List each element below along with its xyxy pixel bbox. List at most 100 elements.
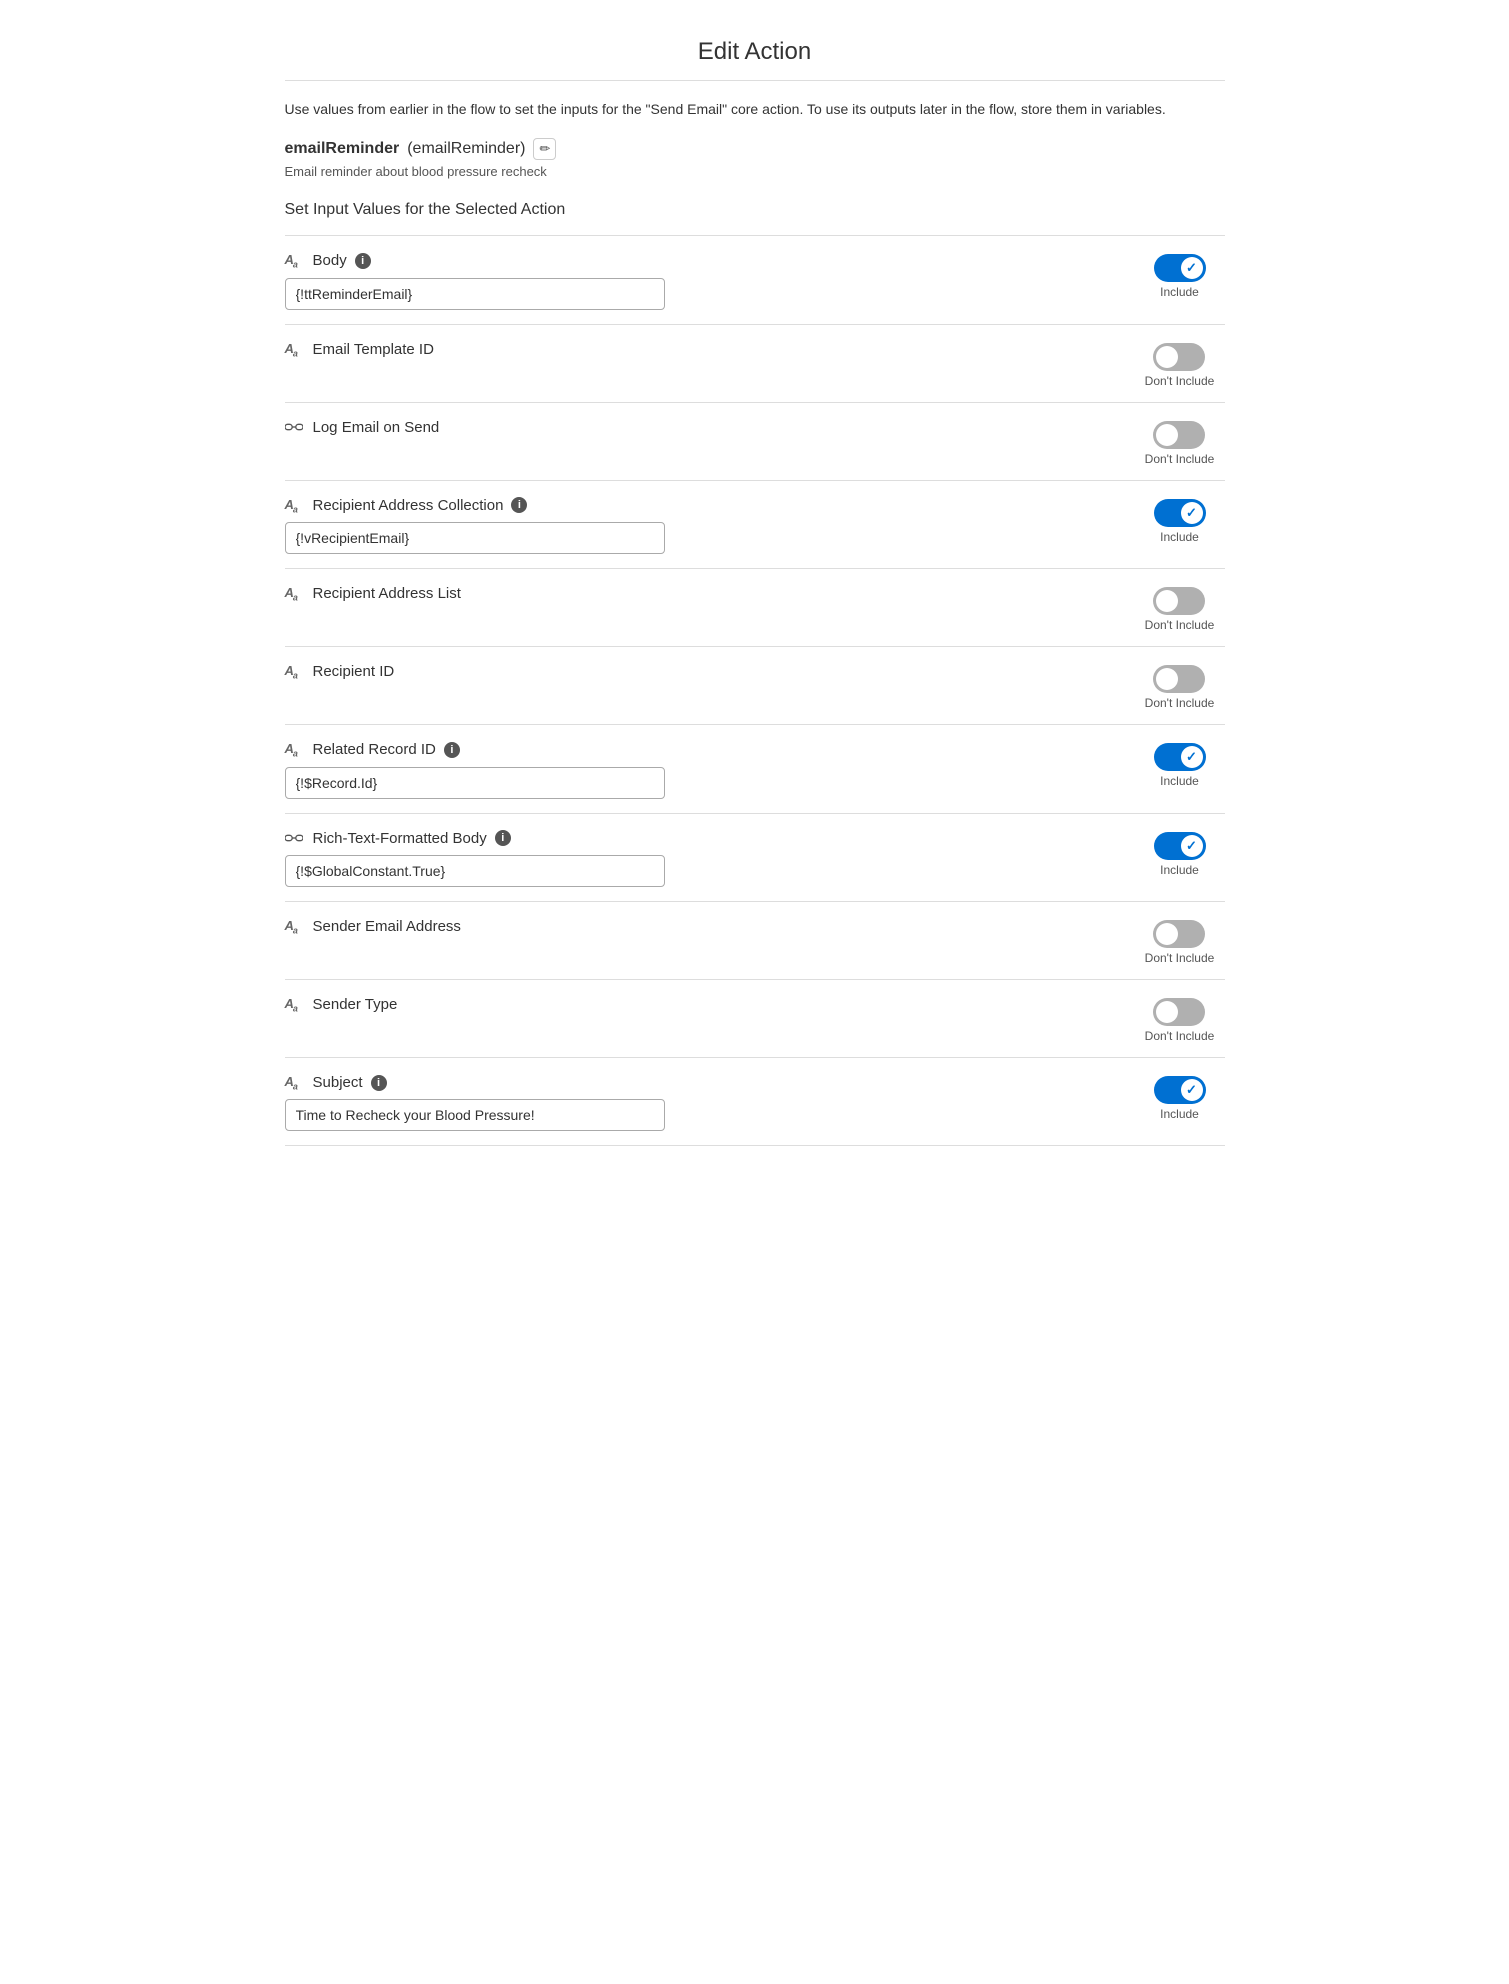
field-label-recipient-address-list: Recipient Address List (313, 585, 461, 602)
toggle-track-recipient-id (1153, 665, 1205, 693)
text-icon-related-record-id: Aa (285, 741, 305, 759)
toggle-label-rich-text-formatted-body: Include (1160, 863, 1199, 877)
field-input-recipient-address-collection[interactable] (285, 522, 665, 554)
toggle-body[interactable]: ✓ (1154, 254, 1206, 282)
toggle-thumb-sender-email-address (1156, 923, 1178, 945)
field-left-email-template-id: AaEmail Template ID (285, 341, 1115, 367)
toggle-thumb-sender-type (1156, 1001, 1178, 1023)
field-label-recipient-address-collection: Recipient Address Collection (313, 497, 504, 514)
toggle-track-log-email-on-send (1153, 421, 1205, 449)
toggle-wrapper-body: ✓Include (1154, 254, 1206, 299)
toggle-recipient-address-list[interactable] (1153, 587, 1205, 615)
toggle-sender-email-address[interactable] (1153, 920, 1205, 948)
field-right-related-record-id: ✓ Include (1135, 741, 1225, 788)
field-label-sender-email-address: Sender Email Address (313, 918, 461, 935)
field-left-body: AaBodyi (285, 252, 1115, 310)
info-icon-rich-text-formatted-body[interactable]: i (495, 830, 511, 846)
toggle-sender-type[interactable] (1153, 998, 1205, 1026)
toggle-wrapper-subject: ✓Include (1154, 1076, 1206, 1121)
toggle-check-recipient-address-collection: ✓ (1186, 505, 1197, 521)
field-row-recipient-address-list: Aa Recipient Address List Don't Include (285, 569, 1225, 647)
toggle-recipient-id[interactable] (1153, 665, 1205, 693)
field-row-rich-text-formatted-body: Rich-Text-Formatted Body i ✓ Include (285, 814, 1225, 902)
toggle-log-email-on-send[interactable] (1153, 421, 1205, 449)
toggle-wrapper-rich-text-formatted-body: ✓ Include (1154, 832, 1206, 877)
toggle-wrapper-recipient-address-list: Don't Include (1145, 587, 1215, 632)
toggle-label-recipient-address-list: Don't Include (1145, 618, 1215, 632)
toggle-wrapper-email-template-id: Don't Include (1145, 343, 1215, 388)
toggle-label-sender-email-address: Don't Include (1145, 951, 1215, 965)
field-row-subject: AaSubjecti✓Include (285, 1058, 1225, 1147)
field-right-sender-email-address: Don't Include (1135, 918, 1225, 965)
field-label-log-email-on-send: Log Email on Send (313, 419, 440, 436)
field-label-subject: Subject (313, 1074, 363, 1091)
toggle-thumb-recipient-id (1156, 668, 1178, 690)
action-name-row: emailReminder (emailReminder) ✏ (285, 138, 1225, 160)
toggle-thumb-recipient-address-list (1156, 590, 1178, 612)
info-icon-subject[interactable]: i (371, 1075, 387, 1091)
toggle-track-related-record-id: ✓ (1154, 743, 1206, 771)
toggle-thumb-rich-text-formatted-body: ✓ (1181, 835, 1203, 857)
toggle-email-template-id[interactable] (1153, 343, 1205, 371)
field-input-body[interactable] (285, 278, 665, 310)
field-input-subject[interactable] (285, 1099, 665, 1131)
toggle-check-body: ✓ (1186, 260, 1197, 276)
action-name: emailReminder (285, 140, 400, 158)
info-icon-body[interactable]: i (355, 253, 371, 269)
text-icon-recipient-id: Aa (285, 663, 305, 681)
field-label-row-related-record-id: Aa Related Record ID i (285, 741, 1115, 759)
field-label-body: Body (313, 252, 347, 269)
toggle-thumb-body: ✓ (1181, 257, 1203, 279)
field-rows: AaBodyi✓IncludeAaEmail Template IDDon't … (285, 235, 1225, 1146)
toggle-subject[interactable]: ✓ (1154, 1076, 1206, 1104)
field-right-subject: ✓Include (1135, 1074, 1225, 1121)
section-title: Set Input Values for the Selected Action (285, 201, 1225, 219)
edit-action-name-button[interactable]: ✏ (533, 138, 556, 160)
field-label-email-template-id: Email Template ID (313, 341, 434, 358)
toggle-rich-text-formatted-body[interactable]: ✓ (1154, 832, 1206, 860)
action-description: Email reminder about blood pressure rech… (285, 164, 1225, 179)
field-label-row-log-email-on-send: Log Email on Send (285, 419, 1115, 436)
info-icon-related-record-id[interactable]: i (444, 742, 460, 758)
field-label-row-recipient-id: Aa Recipient ID (285, 663, 1115, 681)
toggle-wrapper-recipient-address-collection: ✓Include (1154, 499, 1206, 544)
toggle-label-recipient-id: Don't Include (1145, 696, 1215, 710)
toggle-track-sender-email-address (1153, 920, 1205, 948)
field-row-body: AaBodyi ✓Include (285, 236, 1225, 325)
field-right-email-template-id: Don't Include (1135, 341, 1225, 388)
link-icon-log-email-on-send (285, 420, 305, 434)
info-icon-recipient-address-collection[interactable]: i (511, 497, 527, 513)
link-icon-rich-text-formatted-body (285, 831, 305, 845)
field-right-recipient-id: Don't Include (1135, 663, 1225, 710)
field-row-related-record-id: Aa Related Record ID i ✓ Include (285, 725, 1225, 814)
field-left-log-email-on-send: Log Email on Send (285, 419, 1115, 444)
text-icon-recipient-address-list: Aa (285, 585, 305, 603)
field-left-sender-email-address: Aa Sender Email Address (285, 918, 1115, 944)
field-right-rich-text-formatted-body: ✓ Include (1135, 830, 1225, 877)
toggle-recipient-address-collection[interactable]: ✓ (1154, 499, 1206, 527)
text-icon-sender-type: Aa (285, 996, 305, 1014)
field-label-row-subject: AaSubjecti (285, 1074, 1115, 1092)
toggle-track-body: ✓ (1154, 254, 1206, 282)
toggle-check-rich-text-formatted-body: ✓ (1186, 838, 1197, 854)
toggle-label-related-record-id: Include (1160, 774, 1199, 788)
field-left-recipient-address-collection: AaRecipient Address Collectioni (285, 497, 1115, 555)
field-left-related-record-id: Aa Related Record ID i (285, 741, 1115, 799)
field-right-body: ✓Include (1135, 252, 1225, 299)
toggle-wrapper-sender-type: Don't Include (1145, 998, 1215, 1043)
field-label-rich-text-formatted-body: Rich-Text-Formatted Body (313, 830, 487, 847)
text-icon-sender-email-address: Aa (285, 918, 305, 936)
field-label-recipient-id: Recipient ID (313, 663, 395, 680)
toggle-label-log-email-on-send: Don't Include (1145, 452, 1215, 466)
field-row-recipient-address-collection: AaRecipient Address Collectioni✓Include (285, 481, 1225, 570)
field-label-row-recipient-address-list: Aa Recipient Address List (285, 585, 1115, 603)
toggle-track-sender-type (1153, 998, 1205, 1026)
field-input-related-record-id[interactable] (285, 767, 665, 799)
toggle-thumb-email-template-id (1156, 346, 1178, 368)
toggle-related-record-id[interactable]: ✓ (1154, 743, 1206, 771)
toggle-thumb-subject: ✓ (1181, 1079, 1203, 1101)
toggle-track-subject: ✓ (1154, 1076, 1206, 1104)
field-right-recipient-address-collection: ✓Include (1135, 497, 1225, 544)
field-label-related-record-id: Related Record ID (313, 741, 436, 758)
field-input-rich-text-formatted-body[interactable] (285, 855, 665, 887)
